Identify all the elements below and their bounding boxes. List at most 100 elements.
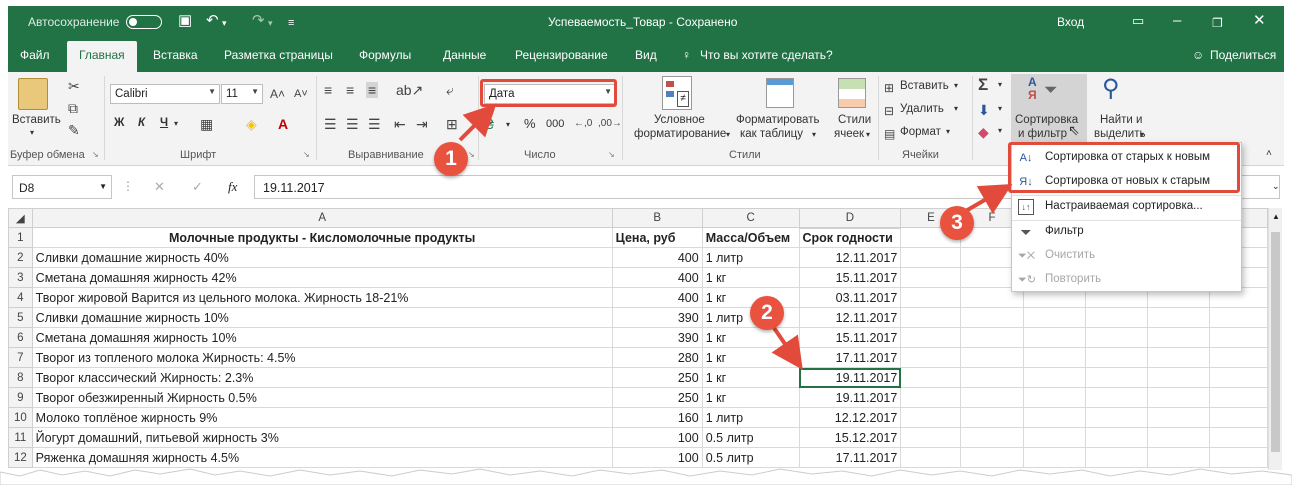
delete-cells-button[interactable]: Удалить (900, 103, 944, 115)
underline-dropdown-icon[interactable]: ▾ (174, 119, 178, 128)
cell[interactable] (1022, 307, 1086, 328)
clear-icon[interactable]: ◆ (978, 124, 989, 140)
column-header[interactable]: B (611, 208, 703, 228)
cell[interactable]: 160 (611, 407, 703, 428)
indent-increase-icon[interactable]: ⇥ (416, 116, 428, 132)
cell[interactable]: 17.11.2017 (798, 347, 902, 368)
column-header[interactable]: A (31, 208, 613, 228)
scrollbar-thumb[interactable] (1271, 232, 1280, 452)
cell[interactable] (1146, 347, 1210, 368)
find-select-label2[interactable]: выделить (1094, 128, 1146, 140)
redo-icon[interactable]: ↷ (252, 12, 265, 30)
font-launcher-icon[interactable]: ↘ (303, 150, 310, 159)
number-launcher-icon[interactable]: ↘ (608, 150, 615, 159)
cell[interactable]: Масса/Объем (701, 227, 800, 248)
row-header[interactable]: 4 (8, 287, 33, 308)
cell[interactable]: 1 кг (701, 267, 800, 288)
alignment-launcher-icon[interactable]: ↘ (468, 150, 475, 159)
active-cell[interactable]: 19.11.2017 (798, 367, 902, 388)
fill-dropdown-icon[interactable]: ▾ (998, 104, 1002, 113)
cell[interactable]: 250 (611, 367, 703, 388)
row-header[interactable]: 11 (8, 427, 33, 448)
cell[interactable]: Молоко топлёное жирность 9% (31, 407, 613, 428)
cell[interactable] (900, 327, 962, 348)
increase-decimal-icon[interactable]: ←,0 (574, 116, 592, 132)
format-cells-icon[interactable]: ▤ (884, 126, 895, 142)
font-name-select[interactable]: Calibri ▼ (110, 84, 220, 104)
percent-button[interactable]: % (524, 116, 536, 131)
conditional-formatting-icon[interactable]: ≠ (662, 76, 692, 110)
cut-icon[interactable]: ✂ (68, 78, 80, 94)
cell[interactable]: 1 литр (701, 247, 800, 268)
cell[interactable]: Творог из топленого молока Жирность: 4.5… (31, 347, 613, 368)
tab-home[interactable]: Главная (67, 41, 137, 72)
tab-review[interactable]: Рецензирование (515, 48, 608, 62)
menu-item-filter[interactable]: ⏷ Фильтр (1012, 221, 1241, 243)
row-header[interactable]: 10 (8, 407, 33, 428)
format-as-table-dropdown-icon[interactable]: ▾ (812, 130, 816, 139)
row-header[interactable]: 7 (8, 347, 33, 368)
cell[interactable]: 19.11.2017 (798, 387, 902, 408)
cell[interactable]: 12.11.2017 (798, 307, 902, 328)
autosum-icon[interactable]: Σ (978, 76, 988, 93)
delete-cells-dropdown-icon[interactable]: ▾ (954, 104, 958, 113)
cell[interactable]: 15.11.2017 (798, 267, 902, 288)
confirm-entry-icon[interactable]: ✓ (192, 179, 203, 195)
restore-icon[interactable]: ❐ (1212, 14, 1223, 32)
format-cells-dropdown-icon[interactable]: ▾ (946, 127, 950, 136)
cell[interactable] (900, 247, 962, 268)
collapse-ribbon-icon[interactable]: ˄ (1266, 148, 1272, 159)
cell[interactable] (1208, 367, 1269, 388)
cell[interactable]: 1 кг (701, 327, 800, 348)
row-header[interactable]: 2 (8, 247, 33, 268)
tell-me-search[interactable]: Что вы хотите сделать? (700, 48, 833, 62)
cell[interactable]: 390 (611, 307, 703, 328)
format-as-table-icon[interactable] (766, 78, 794, 108)
cell[interactable]: Йогурт домашний, питьевой жирность 3% (31, 427, 613, 448)
cell-styles-icon[interactable] (838, 78, 866, 108)
cell[interactable] (1146, 307, 1210, 328)
cell[interactable] (1084, 367, 1148, 388)
row-header[interactable]: 6 (8, 327, 33, 348)
currency-dropdown-icon[interactable]: ▾ (506, 120, 510, 129)
customize-toolbar-icon[interactable]: ≡ (288, 14, 294, 32)
cell[interactable] (960, 327, 1024, 348)
conditional-formatting-label2[interactable]: форматирование (634, 128, 726, 140)
thousands-separator-button[interactable]: 000 (546, 118, 564, 130)
insert-function-button[interactable]: fx (228, 179, 237, 195)
cell[interactable]: 250 (611, 387, 703, 408)
select-all-corner[interactable]: ◢ (8, 208, 33, 228)
row-header[interactable]: 3 (8, 267, 33, 288)
align-center-icon[interactable]: ☰ (346, 116, 359, 132)
tab-file[interactable]: Файл (20, 48, 50, 62)
undo-dropdown-icon[interactable]: ▾ (222, 14, 227, 32)
insert-cells-dropdown-icon[interactable]: ▾ (954, 81, 958, 90)
cell[interactable]: 400 (611, 287, 703, 308)
cell[interactable]: Сметана домашняя жирность 10% (31, 327, 613, 348)
expand-formula-bar-icon[interactable]: ⌄ (1272, 181, 1280, 192)
decrease-decimal-icon[interactable]: ,00→ (598, 116, 622, 132)
redo-dropdown-icon[interactable]: ▾ (268, 14, 273, 32)
cell[interactable] (960, 307, 1024, 328)
cell[interactable] (1022, 347, 1086, 368)
wrap-text-icon[interactable]: ⤶ (446, 82, 454, 98)
cell[interactable] (1022, 387, 1086, 408)
column-header-selected[interactable]: D (798, 208, 902, 229)
tab-formulas[interactable]: Формулы (359, 48, 411, 62)
fill-color-icon[interactable]: ◈ (246, 116, 257, 132)
ribbon-display-icon[interactable]: ▭ (1132, 12, 1144, 30)
cell[interactable]: 1 кг (701, 367, 800, 388)
align-left-icon[interactable]: ☰ (324, 116, 337, 132)
cell[interactable] (1146, 427, 1210, 448)
fill-icon[interactable]: ⬇ (978, 102, 990, 118)
cell[interactable] (1084, 347, 1148, 368)
scroll-up-icon[interactable]: ▲ (1272, 212, 1280, 221)
cell[interactable] (1022, 367, 1086, 388)
cell[interactable] (1146, 387, 1210, 408)
cell[interactable] (1022, 427, 1086, 448)
cell[interactable]: 1 кг (701, 287, 800, 308)
cell[interactable]: 280 (611, 347, 703, 368)
cell[interactable]: Сметана домашняя жирность 42% (31, 267, 613, 288)
autosum-dropdown-icon[interactable]: ▾ (998, 80, 1002, 89)
find-select-dropdown-icon[interactable]: ▾ (1140, 130, 1144, 139)
